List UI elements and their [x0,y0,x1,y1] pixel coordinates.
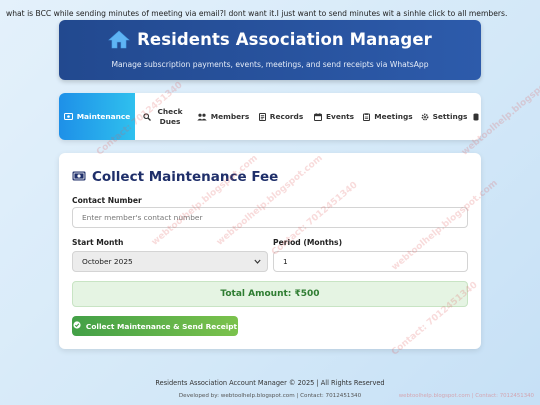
collect-maintenance-card: Collect Maintenance Fee Contact Number S… [59,153,481,349]
start-month-value: October 2025 [82,257,133,266]
tab-label: Meetings [374,111,413,121]
header-title-row: Residents Association Manager [59,30,481,49]
clipboard-icon [363,112,371,121]
check-circle-icon [73,321,81,331]
total-amount-text: Total Amount: ₹500 [220,289,320,299]
top-note: what is BCC while sending minutes of mee… [6,9,508,18]
form-title: Collect Maintenance Fee [92,168,279,185]
start-month-select[interactable]: October 2025 [72,251,268,272]
search-icon [143,112,151,121]
contact-number-label: Contact Number [72,196,142,205]
tab-members[interactable]: Members [193,93,253,140]
tab-label: Members [210,111,250,121]
contact-number-input[interactable] [72,207,468,228]
tab-meetings[interactable]: Meetings [359,93,417,140]
database-icon [473,113,479,121]
banknote-icon [72,167,87,186]
watermark-corner: webtoolhelp.blogspot.com | Contact: 7012… [398,393,534,399]
gear-icon [421,113,429,121]
users-icon [197,113,207,121]
tab-records[interactable]: Records [253,93,309,140]
tab-label: Events [325,111,355,121]
collect-maintenance-button[interactable]: Collect Maintenance & Send Receipt [72,316,238,336]
collect-maintenance-label: Collect Maintenance & Send Receipt [85,321,238,331]
app-header: Residents Association Manager Manage sub… [59,20,481,80]
document-icon [258,112,266,121]
calendar-icon [313,112,322,121]
footer-copyright: Residents Association Account Manager © … [155,379,385,387]
total-amount: Total Amount: ₹500 [72,281,468,307]
period-input[interactable] [273,251,468,272]
tab-maintenance[interactable]: Maintenance [59,93,135,140]
app-title: Residents Association Manager [137,30,432,49]
tab-label: Settings [432,111,468,121]
tab-label: Check Dues [157,106,183,126]
home-icon [108,30,130,49]
tab-check-dues[interactable]: Check Dues [135,93,193,140]
app-subtitle: Manage subscription payments, events, me… [111,60,429,69]
card-title-row: Collect Maintenance Fee [72,167,278,186]
tab-settings[interactable]: Settings [417,93,471,140]
start-month-label: Start Month [72,238,124,247]
money-icon [63,113,73,120]
main-nav: Maintenance Check Dues Members Records E… [59,93,481,140]
chevron-down-icon [254,257,261,266]
tab-database[interactable] [471,93,481,140]
tab-label: Records [269,111,304,121]
period-label: Period (Months) [273,238,343,247]
tab-label: Maintenance [76,111,131,121]
tab-events[interactable]: Events [309,93,359,140]
